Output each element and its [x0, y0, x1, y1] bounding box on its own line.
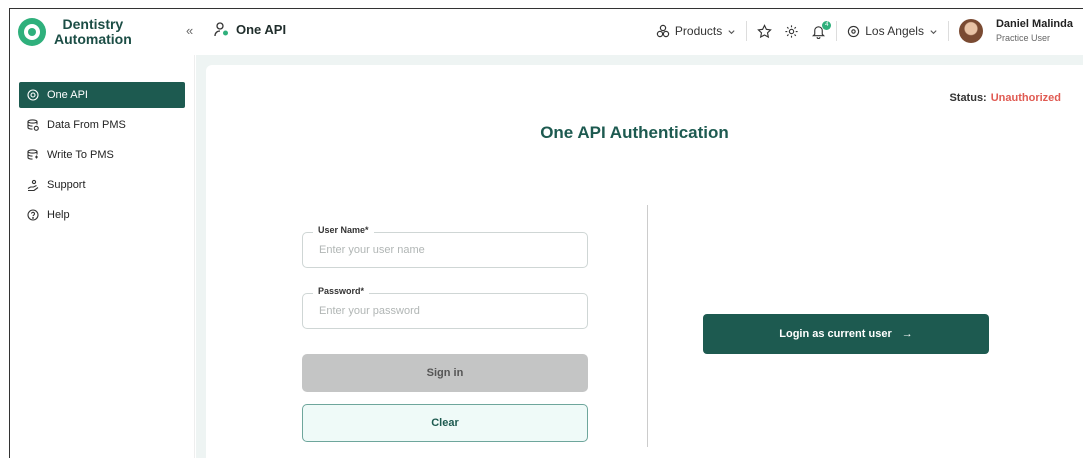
products-icon — [656, 24, 670, 38]
header-actions: Products 4 Los Angels Daniel Malinda Pra… — [656, 15, 1073, 47]
password-field: Password* — [302, 286, 588, 329]
sidebar: One API Data From PMS Write To PMS Suppo… — [10, 55, 195, 458]
support-hand-icon — [27, 179, 39, 191]
settings-button[interactable] — [784, 24, 799, 39]
app-window: Dentistry Automation « One API Products — [9, 8, 1083, 458]
arrow-right-icon: → — [901, 328, 913, 340]
app-name-line1: Dentistry — [62, 16, 124, 32]
logo-mark-icon — [18, 18, 46, 46]
sidebar-item-data-from-pms[interactable]: Data From PMS — [19, 112, 185, 138]
api-icon — [27, 89, 39, 101]
gear-icon — [785, 24, 798, 38]
chevron-down-icon — [930, 29, 937, 34]
header-divider — [746, 21, 748, 41]
user-name: Daniel Malinda — [995, 18, 1073, 30]
sidebar-item-label: One API — [47, 89, 88, 101]
avatar — [958, 19, 983, 43]
login-current-label: Login as current user — [779, 328, 892, 340]
notifications-button[interactable]: 4 — [811, 20, 832, 39]
sidebar-item-help[interactable]: Help — [19, 202, 185, 228]
location-label: Los Angels — [865, 24, 924, 38]
app-name-line2: Automation — [54, 31, 132, 47]
user-menu[interactable]: Daniel Malinda Practice User — [958, 17, 1073, 45]
help-circle-icon — [27, 209, 39, 221]
app-logo[interactable]: Dentistry Automation — [18, 17, 132, 47]
star-icon — [757, 23, 773, 38]
database-write-icon — [27, 149, 38, 160]
auth-status: Status: Unauthorized — [949, 92, 1061, 104]
sidebar-item-one-api[interactable]: One API — [19, 82, 185, 108]
favorites-button[interactable] — [757, 23, 773, 39]
top-header: Dentistry Automation « One API Products — [10, 9, 1083, 55]
collapse-sidebar-button[interactable]: « — [186, 23, 193, 38]
sidebar-item-label: Data From PMS — [47, 119, 126, 131]
user-role: Practice User — [995, 33, 1050, 43]
products-label: Products — [674, 24, 723, 38]
database-icon — [27, 119, 39, 131]
sidebar-item-label: Write To PMS — [47, 149, 114, 161]
vertical-divider — [647, 205, 648, 447]
user-key-icon — [214, 22, 228, 37]
sidebar-item-label: Support — [47, 179, 86, 191]
header-divider — [947, 21, 949, 41]
username-field: User Name* — [302, 225, 588, 268]
products-dropdown[interactable]: Products — [656, 24, 736, 38]
auth-card: Status: Unauthorized One API Authenticati… — [206, 65, 1083, 458]
status-label: Status: — [949, 92, 987, 104]
login-as-current-user-button[interactable]: Login as current user → — [703, 314, 989, 354]
username-input[interactable] — [304, 234, 586, 266]
chevron-down-icon — [728, 29, 735, 34]
status-badge: Unauthorized — [990, 92, 1061, 104]
location-pin-icon — [848, 25, 860, 37]
sign-in-button[interactable]: Sign in — [302, 354, 588, 392]
page-title: One API — [236, 21, 287, 37]
location-dropdown[interactable]: Los Angels — [847, 24, 938, 38]
user-info: Daniel Malinda Practice User — [996, 17, 1073, 45]
clear-button[interactable]: Clear — [302, 404, 588, 442]
sidebar-item-label: Help — [47, 209, 70, 221]
password-input[interactable] — [304, 295, 586, 327]
sidebar-item-write-to-pms[interactable]: Write To PMS — [19, 142, 185, 168]
page-heading: One API Authentication — [540, 123, 729, 142]
app-name: Dentistry Automation — [54, 17, 132, 47]
header-divider — [836, 21, 838, 41]
page-breadcrumb: One API — [214, 21, 286, 37]
notification-badge: 4 — [822, 20, 832, 30]
sidebar-item-support[interactable]: Support — [19, 172, 185, 198]
